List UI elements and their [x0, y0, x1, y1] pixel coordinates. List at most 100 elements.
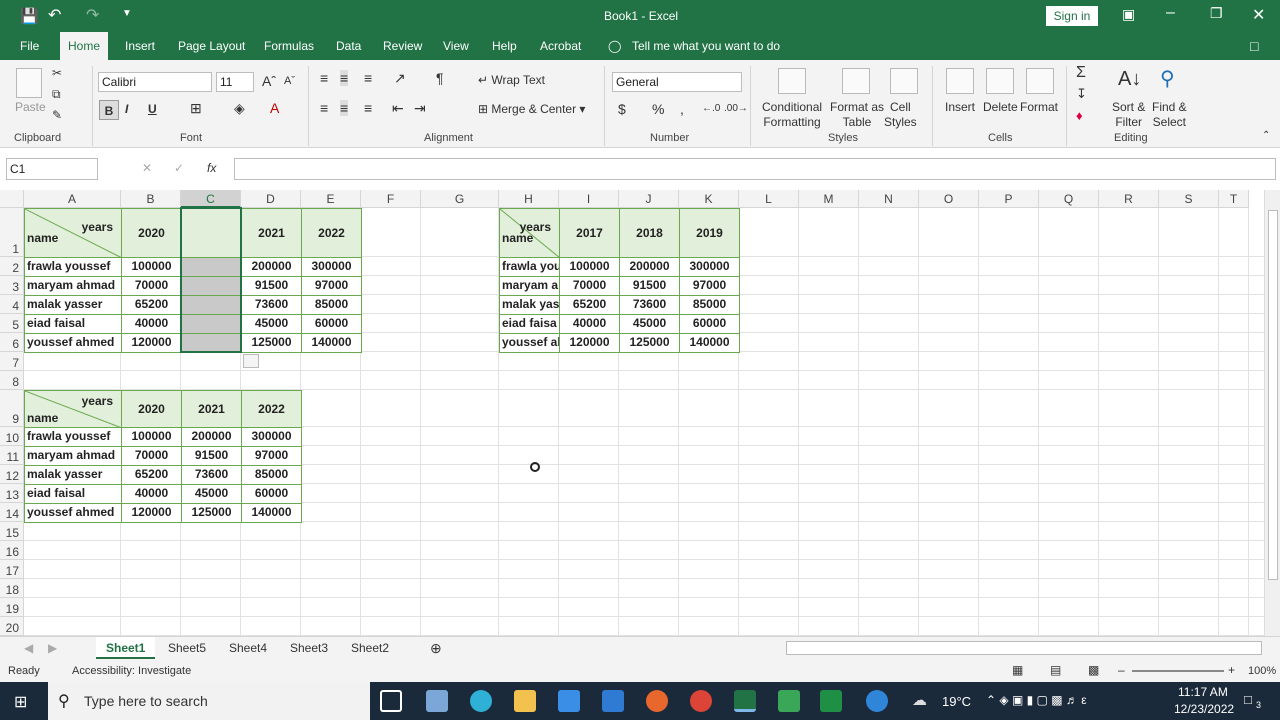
taskbar-search[interactable]: ⚲ Type here to search — [48, 682, 370, 720]
year-header[interactable]: 2018 — [619, 208, 680, 258]
excel-taskbar-icon[interactable] — [734, 690, 756, 712]
value-cell[interactable]: 40000 — [559, 314, 620, 334]
grow-font-icon[interactable]: Aˆ — [262, 73, 276, 89]
value-cell[interactable]: 100000 — [559, 257, 620, 277]
value-cell[interactable]: 140000 — [679, 333, 740, 353]
align-right-icon[interactable]: ≡ — [364, 100, 372, 116]
row-name[interactable]: malak yas — [499, 295, 560, 315]
value-cell[interactable]: 140000 — [301, 333, 362, 353]
value-cell[interactable]: 300000 — [301, 257, 362, 277]
align-center-icon[interactable]: ≡ — [340, 100, 349, 116]
value-cell[interactable]: 120000 — [559, 333, 620, 353]
value-cell[interactable]: 73600 — [241, 295, 302, 315]
redo-icon[interactable]: ↷ — [86, 5, 99, 25]
decrease-indent-icon[interactable]: ⇤ — [392, 100, 404, 117]
decrease-decimal-icon[interactable]: .00→ — [724, 103, 748, 114]
row-name[interactable]: youssef ahmed — [24, 503, 122, 523]
value-cell[interactable]: 140000 — [241, 503, 302, 523]
row-header[interactable]: 1 — [0, 208, 24, 257]
value-cell[interactable] — [181, 276, 242, 296]
customize-qat-icon[interactable]: ▼ — [122, 8, 132, 19]
year-header[interactable]: 2022 — [301, 208, 362, 258]
row-name[interactable]: eiad faisal — [24, 484, 122, 504]
value-cell[interactable]: 91500 — [241, 276, 302, 296]
column-header[interactable]: J — [619, 190, 679, 208]
wrap-text-button[interactable]: ↵ Wrap Text — [478, 73, 545, 87]
orientation-icon[interactable]: ↗ — [394, 70, 406, 87]
format-as-table-button[interactable]: Format as Table — [830, 100, 884, 130]
underline-button[interactable]: U — [148, 102, 157, 116]
value-cell[interactable]: 200000 — [181, 427, 242, 447]
row-header[interactable]: 6 — [0, 333, 24, 352]
row-name[interactable]: malak yasser — [24, 465, 122, 485]
value-cell[interactable]: 65200 — [121, 295, 182, 315]
value-cell[interactable]: 45000 — [619, 314, 680, 334]
value-cell[interactable]: 73600 — [619, 295, 680, 315]
borders-icon[interactable]: ⊞ — [190, 100, 202, 117]
align-left-icon[interactable]: ≡ — [320, 100, 328, 116]
copy-icon[interactable]: ⧉ — [52, 87, 61, 102]
row-header[interactable]: 16 — [0, 541, 24, 560]
row-name[interactable]: maryam ahmad — [24, 446, 122, 466]
help-icon[interactable] — [866, 690, 888, 712]
value-cell[interactable]: 200000 — [619, 257, 680, 277]
row-header[interactable]: 13 — [0, 484, 24, 503]
clear-icon[interactable]: ♦ — [1076, 108, 1083, 123]
sheet-tab-sheet5[interactable]: Sheet5 — [168, 637, 206, 659]
row-name[interactable]: frawla youssef — [24, 427, 122, 447]
align-bottom-icon[interactable]: ≡ — [364, 70, 372, 86]
comma-button[interactable]: , — [680, 101, 684, 117]
format-cells-button[interactable]: Format — [1020, 100, 1058, 114]
autosum-icon[interactable]: Σ — [1076, 64, 1086, 82]
sheet-tab-sheet4[interactable]: Sheet4 — [229, 637, 267, 659]
normal-view-icon[interactable]: ▦ — [1012, 663, 1023, 677]
percent-button[interactable]: % — [652, 101, 664, 117]
column-header[interactable]: G — [421, 190, 499, 208]
row-header[interactable]: 10 — [0, 427, 24, 446]
row-header[interactable]: 3 — [0, 276, 24, 295]
clock-time[interactable]: 11:17 AM — [1178, 685, 1228, 699]
fill-color-icon[interactable]: ◈ — [234, 100, 245, 117]
value-cell[interactable] — [181, 257, 242, 277]
value-cell[interactable]: 300000 — [679, 257, 740, 277]
cancel-icon[interactable]: ✕ — [142, 161, 152, 175]
currency-button[interactable]: $ — [618, 101, 626, 117]
value-cell[interactable]: 60000 — [241, 484, 302, 504]
column-header[interactable]: K — [679, 190, 739, 208]
row-header[interactable]: 4 — [0, 295, 24, 314]
bold-button[interactable]: B — [99, 100, 119, 120]
value-cell[interactable]: 200000 — [241, 257, 302, 277]
column-header[interactable]: D — [241, 190, 301, 208]
notification-icon[interactable]: □ — [1244, 692, 1252, 707]
value-cell[interactable]: 91500 — [619, 276, 680, 296]
row-name[interactable]: maryam ahmad — [24, 276, 122, 296]
tab-view[interactable]: View — [443, 32, 469, 60]
increase-indent-icon[interactable]: ⇥ — [414, 100, 426, 117]
name-box[interactable]: C1 — [6, 158, 98, 180]
value-cell[interactable]: 65200 — [121, 465, 182, 485]
collapse-ribbon-icon[interactable]: ⌃ — [1262, 130, 1270, 141]
value-cell[interactable]: 40000 — [121, 484, 182, 504]
font-color-icon[interactable]: A — [270, 100, 279, 116]
tab-acrobat[interactable]: Acrobat — [540, 32, 581, 60]
next-sheet-icon[interactable]: ▶ — [48, 637, 57, 659]
align-top-icon[interactable]: ≡ — [320, 70, 328, 86]
value-cell[interactable]: 125000 — [181, 503, 242, 523]
insert-function-button[interactable]: fx — [207, 161, 216, 175]
paste-button[interactable]: Paste — [15, 100, 46, 114]
merge-center-button[interactable]: ⊞ Merge & Center ▾ — [478, 102, 585, 116]
camtasia-recorder-icon[interactable] — [820, 690, 842, 712]
column-header[interactable]: M — [799, 190, 859, 208]
tray-icons[interactable]: ⌃ ◈ ▣ ▮ ▢ ▩ ♬ ε — [986, 693, 1087, 707]
column-header[interactable]: H — [499, 190, 559, 208]
table3-corner-header[interactable]: years name — [499, 208, 560, 258]
zoom-in-icon[interactable]: + — [1228, 663, 1235, 677]
value-cell[interactable]: 60000 — [679, 314, 740, 334]
value-cell[interactable]: 125000 — [241, 333, 302, 353]
value-cell[interactable]: 97000 — [241, 446, 302, 466]
value-cell[interactable]: 85000 — [241, 465, 302, 485]
value-cell[interactable]: 70000 — [121, 276, 182, 296]
year-header[interactable]: 2021 — [181, 390, 242, 428]
column-header[interactable]: Q — [1039, 190, 1099, 208]
column-header[interactable]: P — [979, 190, 1039, 208]
